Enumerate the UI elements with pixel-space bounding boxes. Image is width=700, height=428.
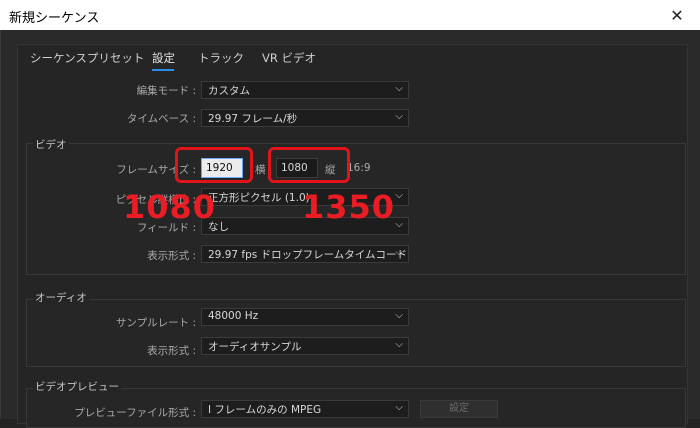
width-highlight-box — [175, 147, 253, 183]
chevron-down-icon: ⌵ — [395, 402, 403, 413]
chevron-down-icon: ⌵ — [395, 190, 403, 201]
audio-display-format-label: 表示形式 : — [147, 345, 196, 357]
timebase-dropdown[interactable]: 29.97 フレーム/秒 ⌵ — [201, 109, 409, 127]
tab-vr-video[interactable]: VR ビデオ — [262, 50, 316, 66]
chevron-down-icon: ⌵ — [395, 83, 403, 94]
timebase-value: 29.97 フレーム/秒 — [208, 113, 298, 125]
sample-rate-label: サンプルレート : — [115, 317, 196, 329]
video-display-format-label: 表示形式 : — [147, 250, 196, 262]
sample-rate-dropdown[interactable]: 48000 Hz ⌵ — [201, 308, 409, 326]
height-annotation: 1350 — [302, 188, 396, 226]
edit-mode-dropdown[interactable]: カスタム ⌵ — [201, 81, 409, 99]
edit-mode-label: 編集モード : — [136, 85, 196, 97]
timebase-label: タイムベース : — [126, 113, 196, 125]
active-tab-indicator — [152, 69, 174, 71]
video-display-format-dropdown[interactable]: 29.97 fps ドロップフレームタイムコード ⌵ — [201, 245, 409, 263]
preview-file-format-value: I フレームのみの MPEG — [208, 404, 322, 416]
height-highlight-box — [268, 147, 350, 183]
chevron-down-icon: ⌵ — [395, 310, 403, 321]
width-unit: 横 — [255, 164, 266, 176]
title-bar: 新規シーケンス ✕ — [0, 0, 700, 30]
audio-display-format-dropdown[interactable]: オーディオサンプル ⌵ — [201, 337, 409, 355]
tab-sequence-presets[interactable]: シーケンスプリセット — [30, 50, 144, 66]
chevron-down-icon: ⌵ — [395, 219, 403, 230]
audio-display-format-value: オーディオサンプル — [208, 341, 302, 353]
pixel-aspect-value: 正方形ピクセル (1.0) — [208, 192, 310, 204]
preview-settings-button[interactable]: 設定 — [420, 400, 498, 418]
sample-rate-value: 48000 Hz — [208, 310, 259, 322]
video-preview-group-label: ビデオプレビュー — [33, 379, 121, 394]
edit-mode-value: カスタム — [208, 85, 250, 97]
aspect-ratio: 16:9 — [347, 162, 371, 174]
width-annotation: 1080 — [123, 188, 217, 226]
window-title: 新規シーケンス — [9, 11, 100, 26]
video-group-label: ビデオ — [33, 137, 69, 152]
audio-group-label: オーディオ — [33, 290, 89, 305]
preview-file-format-dropdown[interactable]: I フレームのみの MPEG ⌵ — [201, 400, 409, 418]
tab-settings[interactable]: 設定 — [152, 50, 175, 66]
tab-tracks[interactable]: トラック — [198, 50, 244, 66]
chevron-down-icon: ⌵ — [395, 339, 403, 350]
chevron-down-icon: ⌵ — [395, 247, 403, 258]
close-icon[interactable]: ✕ — [654, 0, 700, 30]
preview-file-format-label: プレビューファイル形式 : — [74, 407, 196, 419]
chevron-down-icon: ⌵ — [395, 111, 403, 122]
video-display-format-value: 29.97 fps ドロップフレームタイムコード — [208, 249, 408, 261]
